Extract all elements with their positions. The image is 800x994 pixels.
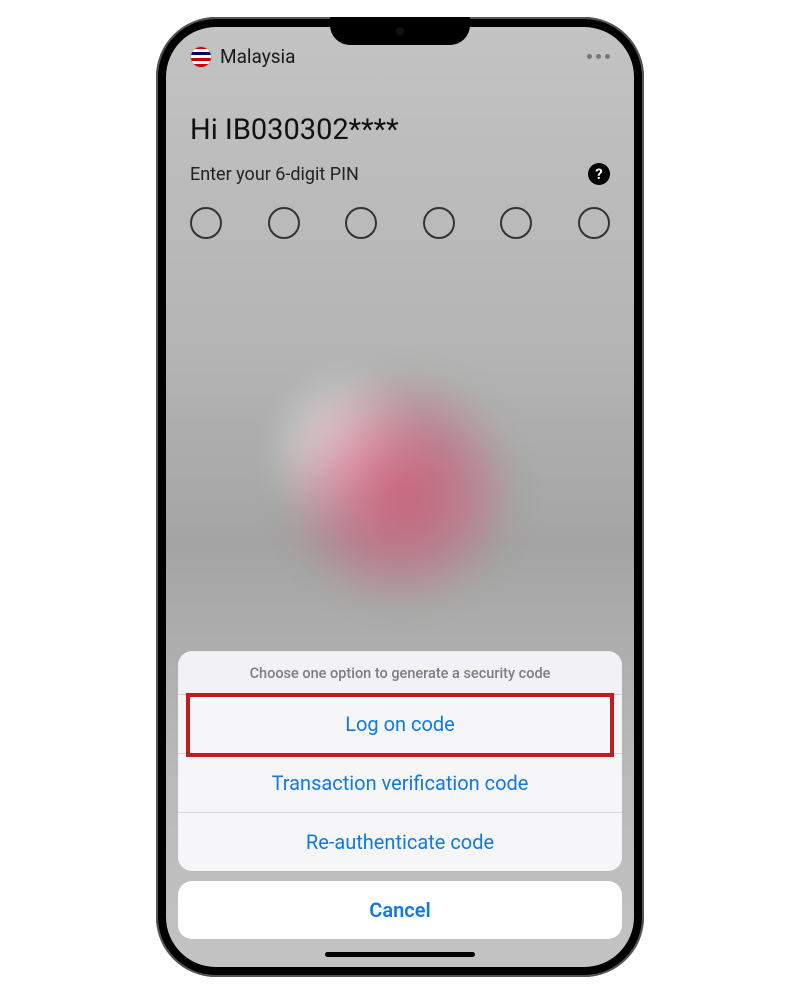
action-sheet-header: Choose one option to generate a security… bbox=[178, 651, 622, 694]
phone-notch bbox=[330, 17, 470, 45]
cancel-button[interactable]: Cancel bbox=[178, 881, 622, 939]
malaysia-flag-icon bbox=[190, 46, 212, 68]
phone-frame: Malaysia Hi IB030302**** Enter your 6-di… bbox=[156, 17, 644, 977]
pin-digit-4[interactable] bbox=[423, 207, 455, 239]
pin-digit-1[interactable] bbox=[190, 207, 222, 239]
pin-digit-3[interactable] bbox=[345, 207, 377, 239]
option-transaction-verification-code[interactable]: Transaction verification code bbox=[178, 753, 622, 812]
greeting-text: Hi IB030302**** bbox=[190, 113, 610, 147]
pin-digit-6[interactable] bbox=[578, 207, 610, 239]
enter-pin-row: Enter your 6-digit PIN ? bbox=[190, 163, 610, 185]
country-label: Malaysia bbox=[220, 45, 296, 68]
top-bar: Malaysia bbox=[166, 45, 634, 68]
option-log-on-code[interactable]: Log on code bbox=[178, 694, 622, 753]
action-sheet-options-group: Choose one option to generate a security… bbox=[178, 651, 622, 871]
more-menu-icon[interactable] bbox=[587, 54, 610, 59]
pin-entry-area: Hi IB030302**** Enter your 6-digit PIN ? bbox=[166, 113, 634, 239]
enter-pin-label: Enter your 6-digit PIN bbox=[190, 164, 359, 185]
pin-digit-2[interactable] bbox=[268, 207, 300, 239]
security-code-action-sheet: Choose one option to generate a security… bbox=[178, 651, 622, 939]
phone-screen: Malaysia Hi IB030302**** Enter your 6-di… bbox=[166, 27, 634, 967]
home-indicator[interactable] bbox=[325, 952, 475, 957]
pin-digit-5[interactable] bbox=[500, 207, 532, 239]
pin-input-row[interactable] bbox=[190, 207, 610, 239]
help-icon[interactable]: ? bbox=[588, 163, 610, 185]
option-re-authenticate-code[interactable]: Re-authenticate code bbox=[178, 812, 622, 871]
country-selector[interactable]: Malaysia bbox=[190, 45, 296, 68]
